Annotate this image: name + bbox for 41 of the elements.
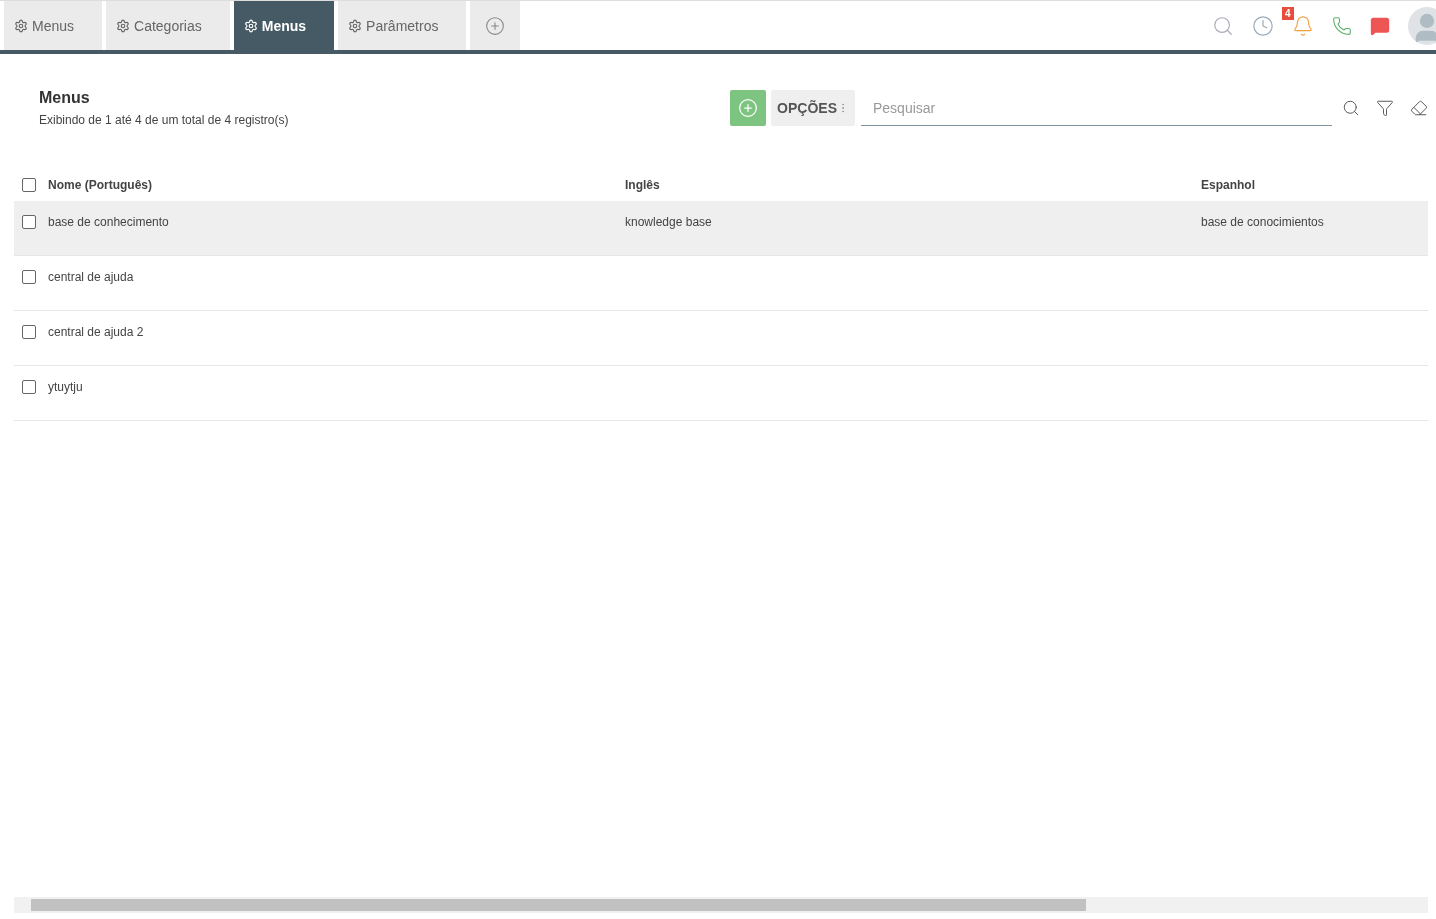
options-button[interactable]: OPÇÕES: [771, 90, 855, 126]
plus-icon: [485, 15, 506, 36]
gear-icon: [243, 18, 258, 33]
page-title: Menus: [39, 89, 91, 107]
column-header[interactable]: Inglês: [625, 178, 1201, 192]
table-row[interactable]: ytuytju: [14, 366, 1428, 421]
table-row[interactable]: central de ajuda: [14, 256, 1428, 311]
gear-icon: [116, 18, 131, 33]
table-row[interactable]: base de conhecimento knowledge base base de conocimientos: [14, 201, 1428, 256]
eraser-icon[interactable]: [1410, 99, 1428, 117]
gear-icon: [14, 18, 28, 33]
notification-badge: 4: [1282, 6, 1294, 20]
tab[interactable]: Parâmetros: [338, 1, 467, 50]
table-cell-text: base de conhecimento: [48, 215, 170, 229]
table-cell-text: central de ajuda 2: [48, 325, 145, 339]
plus-icon: [738, 98, 759, 118]
tab[interactable]: Menus: [4, 1, 103, 50]
record-count: Exibindo de 1 até 4 de um total de 4 registro(s): [39, 113, 290, 127]
row-checkbox[interactable]: [22, 215, 36, 229]
tab[interactable]: Menus: [233, 1, 335, 50]
gear-icon: [348, 18, 363, 33]
chat-icon[interactable]: [1370, 15, 1390, 36]
phone-icon[interactable]: [1332, 15, 1352, 36]
select-all-checkbox[interactable]: [22, 178, 36, 192]
add-button[interactable]: [730, 90, 767, 126]
tab[interactable]: Categorias: [106, 1, 230, 50]
table-cell-text: ytuytju: [48, 380, 84, 394]
clock-icon[interactable]: [1252, 14, 1274, 37]
filter-icon[interactable]: [1376, 99, 1394, 117]
table-cell-text: central de ajuda: [48, 270, 135, 284]
column-header[interactable]: Espanhol: [1201, 178, 1428, 192]
row-checkbox[interactable]: [22, 270, 36, 284]
search-icon[interactable]: [1342, 99, 1360, 117]
table-cell-text: knowledge base: [625, 215, 713, 229]
column-header[interactable]: Nome (Português): [48, 178, 625, 192]
table-cell-text: base de conocimientos: [1201, 215, 1325, 229]
row-checkbox[interactable]: [22, 325, 36, 339]
horizontal-scrollbar[interactable]: [14, 897, 1428, 913]
row-checkbox[interactable]: [22, 380, 36, 394]
bell-icon[interactable]: [1292, 14, 1314, 37]
table-row[interactable]: central de ajuda 2: [14, 311, 1428, 366]
